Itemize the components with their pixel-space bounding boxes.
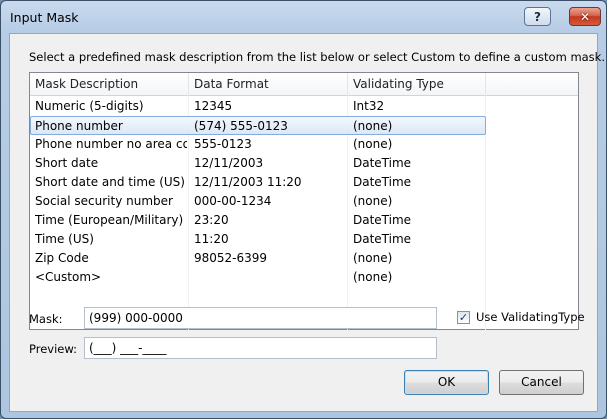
- cell-type: DateTime: [353, 156, 412, 170]
- instructions-text: Select a predefined mask description fro…: [29, 50, 605, 64]
- cell-format: 98052-6399: [194, 251, 268, 265]
- preview-label: Preview:: [29, 342, 78, 356]
- list-row[interactable]: Phone number no area co... 555-0123 (none): [30, 135, 486, 154]
- list-row[interactable]: Short date and time (US) 12/11/2003 11:20…: [30, 173, 486, 192]
- cell-format: 23:20: [194, 213, 229, 227]
- mask-input[interactable]: (999) 000-0000: [84, 307, 437, 329]
- preview-input[interactable]: (___) ___-____: [84, 337, 437, 359]
- cell-desc: Social security number: [35, 194, 173, 208]
- list-row[interactable]: Phone number (574) 555-0123 (none): [30, 116, 486, 135]
- cell-format: 555-0123: [194, 137, 252, 151]
- cell-desc: Phone number: [35, 119, 123, 133]
- cell-type: Int32: [353, 99, 385, 113]
- input-mask-dialog: Input Mask ? ✕ Select a predefined mask …: [0, 0, 607, 419]
- ok-button[interactable]: OK: [404, 370, 489, 395]
- cell-format: 12/11/2003: [194, 156, 264, 170]
- cell-desc: Short date and time (US): [35, 175, 185, 189]
- cell-type: DateTime: [353, 175, 412, 189]
- use-validating-type-checkbox[interactable]: ✓: [457, 311, 470, 324]
- cell-desc: Time (US): [35, 232, 94, 246]
- mask-list[interactable]: Mask Description Data Format Validating …: [29, 72, 579, 330]
- cell-desc: Time (European/Military): [35, 213, 184, 227]
- cell-type: (none): [353, 137, 393, 151]
- cell-type: DateTime: [353, 232, 412, 246]
- list-header: Mask Description Data Format Validating …: [30, 73, 578, 96]
- list-row[interactable]: Short date 12/11/2003 DateTime: [30, 154, 486, 173]
- title-bar[interactable]: Input Mask ? ✕: [1, 1, 606, 33]
- window-title: Input Mask: [10, 10, 79, 25]
- mask-label: Mask:: [29, 312, 63, 326]
- use-validating-type-label[interactable]: Use ValidatingType: [476, 310, 585, 324]
- cell-desc: Phone number no area co...: [35, 137, 187, 151]
- cell-type: DateTime: [353, 213, 412, 227]
- cell-type: (none): [353, 270, 393, 284]
- cell-format: 12/11/2003 11:20: [194, 175, 302, 189]
- cell-format: (574) 555-0123: [194, 119, 288, 133]
- column-header-data-format[interactable]: Data Format: [189, 73, 348, 96]
- close-button[interactable]: ✕: [569, 7, 601, 26]
- cell-desc: Short date: [35, 156, 99, 170]
- cell-format: 000-00-1234: [194, 194, 272, 208]
- help-button[interactable]: ?: [524, 7, 551, 26]
- cell-type: (none): [353, 251, 393, 265]
- column-header-validating-type[interactable]: Validating Type: [348, 73, 486, 96]
- list-row[interactable]: <Custom> (none): [30, 268, 486, 287]
- list-row[interactable]: Social security number 000-00-1234 (none): [30, 192, 486, 211]
- list-row[interactable]: Zip Code 98052-6399 (none): [30, 249, 486, 268]
- list-row[interactable]: Time (European/Military) 23:20 DateTime: [30, 211, 486, 230]
- cancel-button[interactable]: Cancel: [499, 370, 584, 395]
- cell-desc: Zip Code: [35, 251, 89, 265]
- cell-format: 11:20: [194, 232, 229, 246]
- cell-desc: <Custom>: [35, 270, 102, 284]
- list-row[interactable]: Time (US) 11:20 DateTime: [30, 230, 486, 249]
- list-row[interactable]: Numeric (5-digits) 12345 Int32: [30, 97, 486, 116]
- cell-format: 12345: [194, 99, 233, 113]
- cell-desc: Numeric (5-digits): [35, 99, 144, 113]
- dialog-body: Select a predefined mask description fro…: [9, 33, 605, 412]
- cell-type: (none): [353, 194, 393, 208]
- cell-type: (none): [353, 119, 393, 133]
- column-header-mask-description[interactable]: Mask Description: [30, 73, 189, 96]
